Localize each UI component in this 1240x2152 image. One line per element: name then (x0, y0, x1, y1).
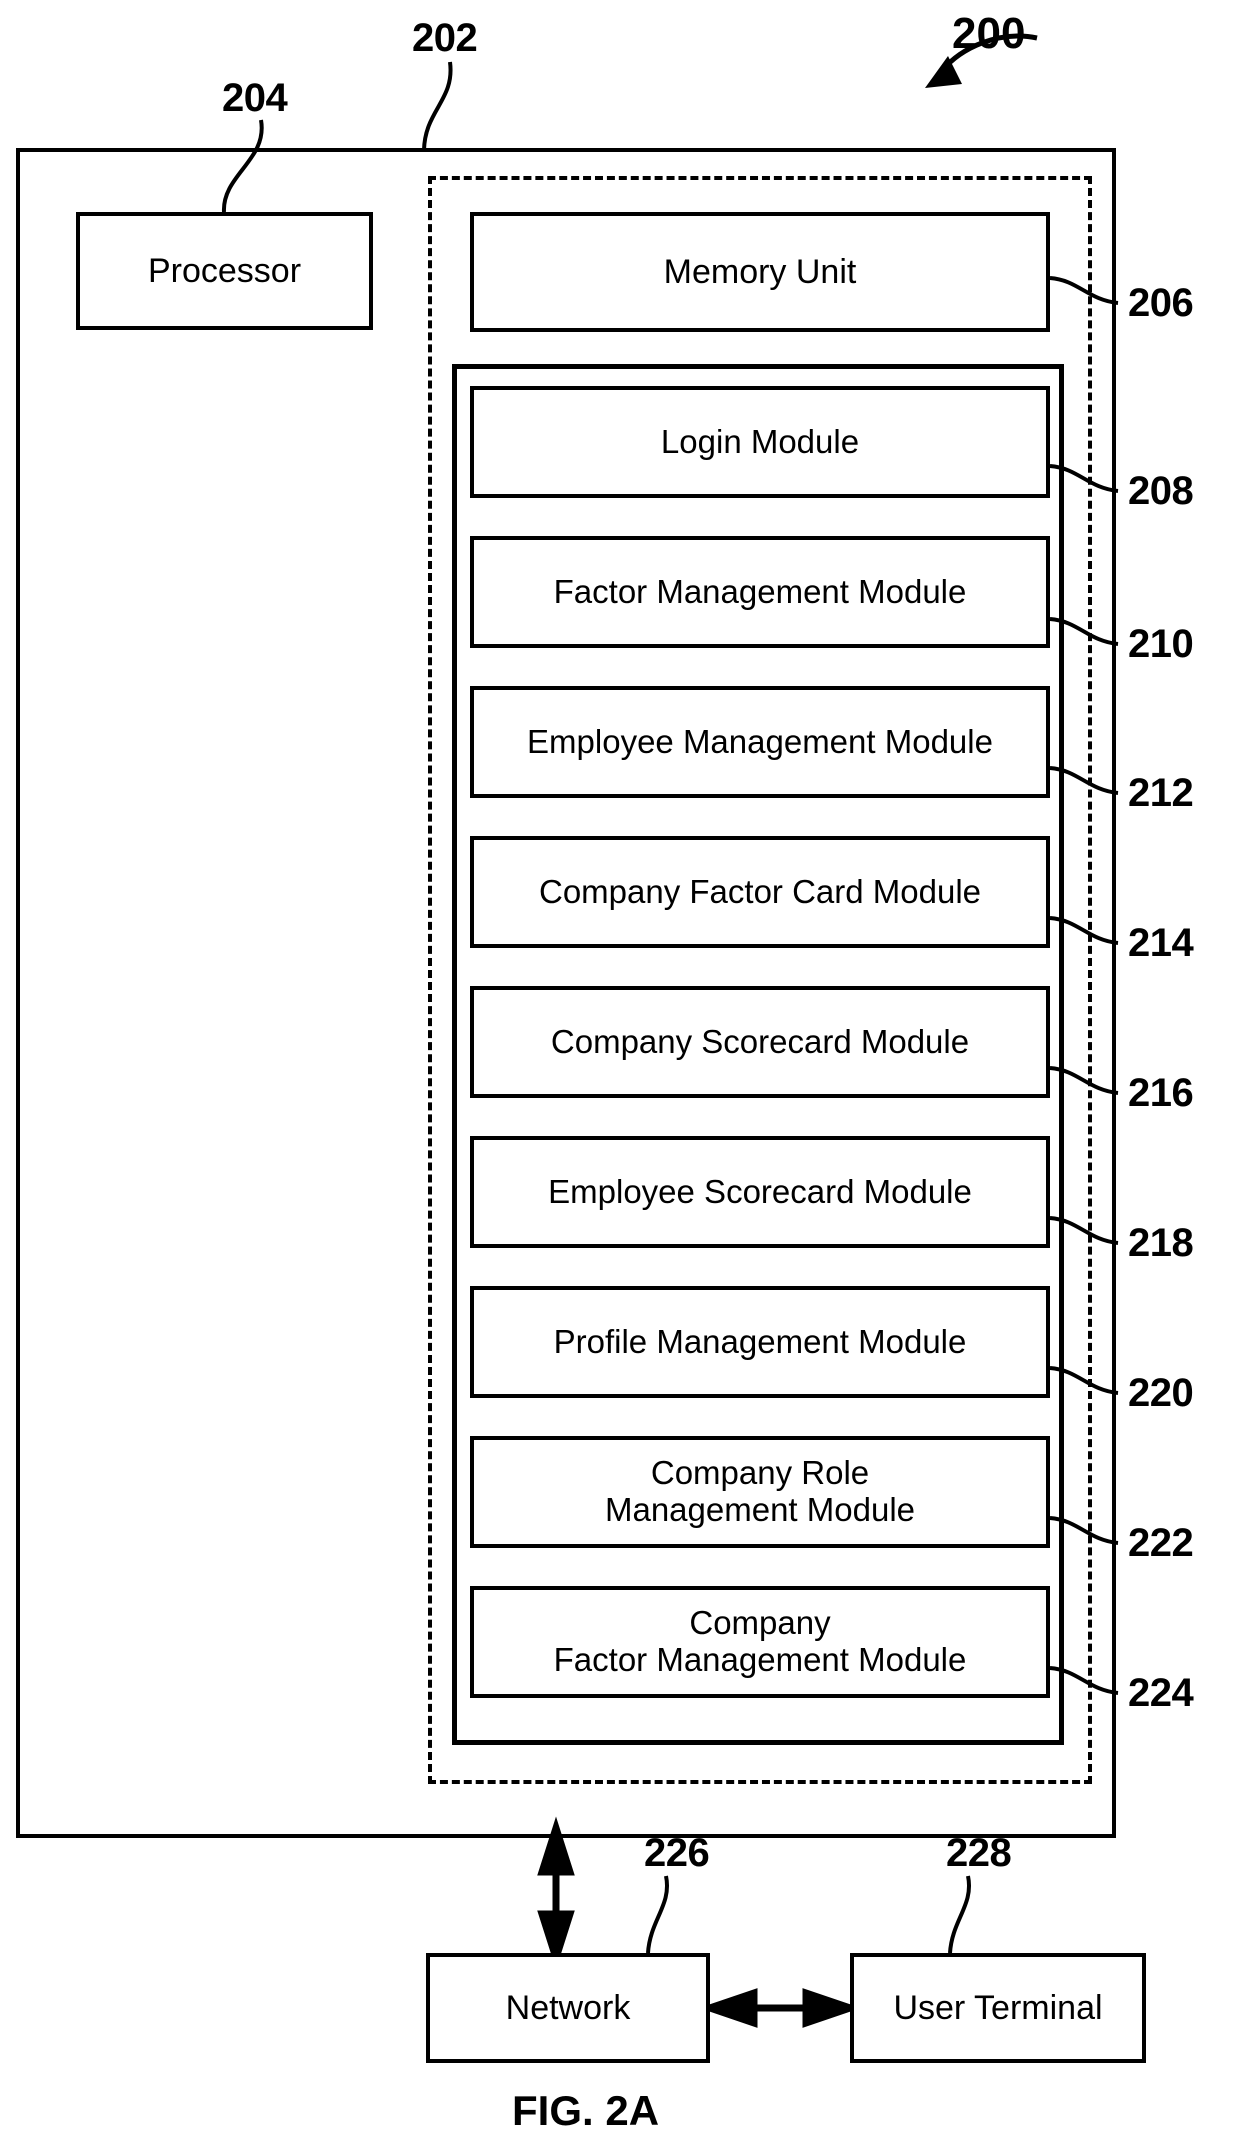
network-block: Network (426, 1953, 710, 2063)
memory-unit-reference-number: 206 (1128, 281, 1194, 325)
network-terminal-double-arrow (699, 1988, 861, 2028)
user-terminal-block: User Terminal (850, 1953, 1146, 2063)
profile-management-module-reference-number: 220 (1128, 1371, 1194, 1415)
module-label-profile-management: Profile Management Module (553, 1322, 967, 1360)
server-reference-number: 202 (412, 16, 478, 60)
module-block-employee-management: Employee Management Module (470, 686, 1050, 798)
company-role-management-module-reference-number: 222 (1128, 1521, 1194, 1565)
module-block-profile-management: Profile Management Module (470, 1286, 1050, 1398)
factor-management-module-reference-number: 210 (1128, 622, 1194, 666)
module-block-company-scorecard: Company Scorecard Module (470, 986, 1050, 1098)
login-module-reference-number: 208 (1128, 469, 1194, 513)
employee-management-module-reference-number: 212 (1128, 771, 1194, 815)
user-terminal-reference-number: 228 (946, 1831, 1012, 1875)
module-label-login: Login Module (660, 422, 860, 460)
company-scorecard-module-reference-number: 216 (1128, 1071, 1194, 1115)
module-label-company-scorecard: Company Scorecard Module (550, 1022, 970, 1060)
leader-226 (646, 1875, 670, 1954)
system-reference-number: 200 (952, 9, 1026, 58)
leader-202 (422, 61, 453, 151)
processor-reference-number: 204 (222, 76, 288, 120)
module-block-company-factor-card: Company Factor Card Module (470, 836, 1050, 948)
module-block-company-factor-management: Company Factor Management Module (470, 1586, 1050, 1698)
server-network-double-arrow (537, 1816, 575, 1970)
module-label-factor-management: Factor Management Module (553, 572, 967, 610)
module-block-company-role-management: Company Role Management Module (470, 1436, 1050, 1548)
module-label-company-factor-card: Company Factor Card Module (538, 872, 982, 910)
company-factor-card-module-reference-number: 214 (1128, 921, 1194, 965)
module-label-company-factor-management: Company Factor Management Module (553, 1604, 967, 1678)
system-callout-arrowhead (925, 56, 962, 88)
figure-caption: FIG. 2A (512, 2087, 660, 2134)
module-label-employee-management: Employee Management Module (527, 722, 993, 760)
module-block-employee-scorecard: Employee Scorecard Module (470, 1136, 1050, 1248)
processor-block: Processor (76, 212, 373, 330)
company-factor-management-module-reference-number: 224 (1128, 1671, 1194, 1715)
memory-unit-block: Memory Unit (470, 212, 1050, 332)
employee-scorecard-module-reference-number: 218 (1128, 1221, 1194, 1265)
leader-228 (948, 1875, 972, 1954)
module-block-login: Login Module (470, 386, 1050, 498)
module-label-employee-scorecard: Employee Scorecard Module (548, 1172, 972, 1210)
user-terminal-label: User Terminal (893, 1988, 1103, 2027)
network-reference-number: 226 (644, 1831, 710, 1875)
memory-unit-label: Memory Unit (663, 252, 857, 291)
network-label: Network (505, 1988, 631, 2027)
module-block-factor-management: Factor Management Module (470, 536, 1050, 648)
processor-label: Processor (147, 251, 302, 290)
module-label-company-role-management: Company Role Management Module (604, 1454, 916, 1528)
patent-figure-2a: 200 202 204 206 208 210 212 214 216 218 … (0, 0, 1240, 2152)
